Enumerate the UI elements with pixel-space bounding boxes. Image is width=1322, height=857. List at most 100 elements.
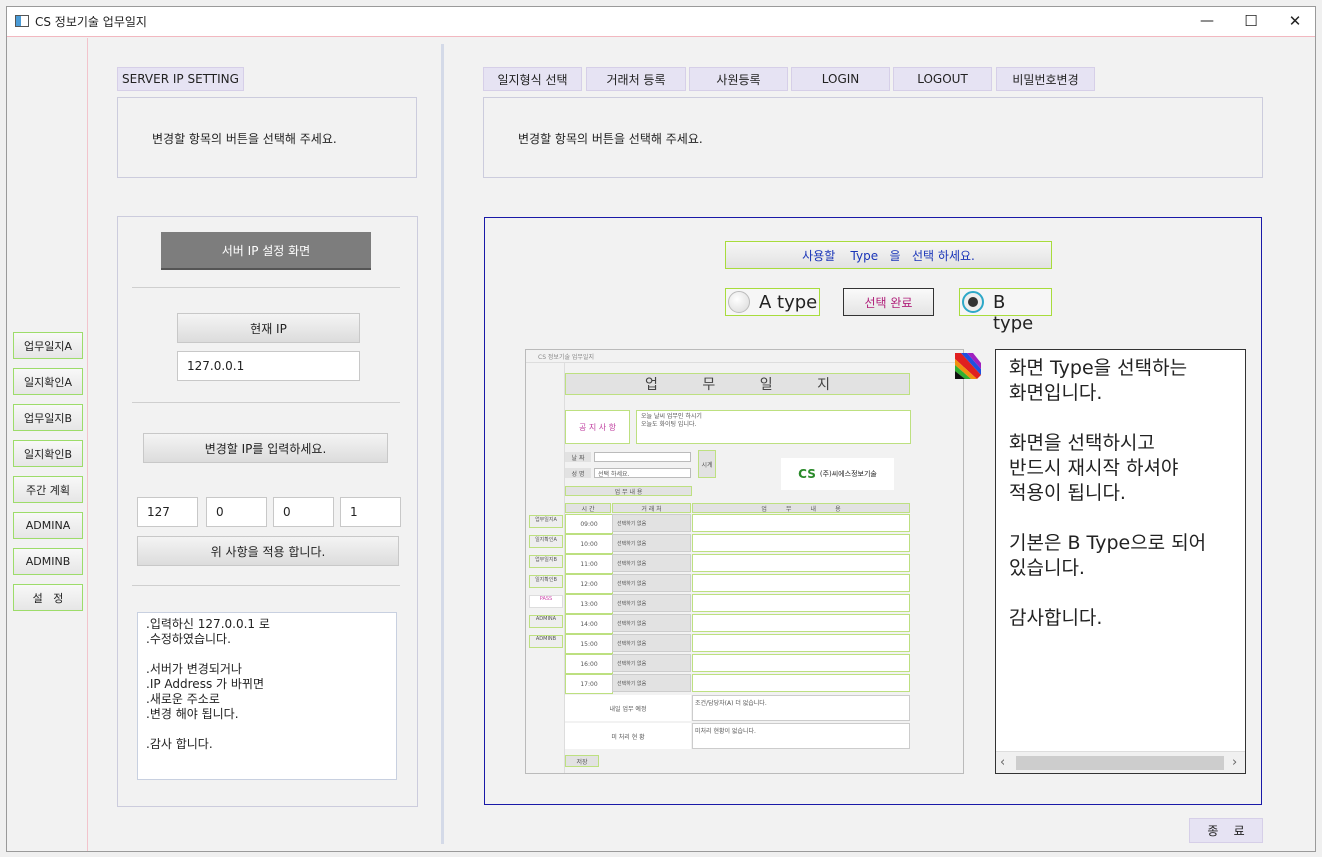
note-line [146,722,396,737]
apply-ip-button[interactable]: 위 사항을 적용 합니다. [137,536,399,566]
preview-time-row: 12:00 선택하기 없음 [565,574,910,594]
preview-other-text: 미처리 현황이 없습니다. [692,723,910,749]
preview-col-client: 거 래 처 [612,503,691,513]
title-bar[interactable]: CS 정보기술 업무일지 — ☐ ✕ [7,7,1315,37]
nav-settings[interactable]: 설 정 [13,584,83,611]
preview-side-item: 일지확인B [529,575,563,588]
preview-time-cell: 12:00 [565,574,613,594]
nav-work-log-b[interactable]: 업무일지B [13,404,83,431]
maximize-button[interactable]: ☐ [1231,9,1271,33]
close-button[interactable]: ✕ [1275,9,1315,33]
preview-name-select: 선택 하세요. [594,468,691,478]
preview-col-content: 업 무 내 용 [692,503,910,513]
preview-time-cell: 11:00 [565,554,613,574]
tab-login[interactable]: LOGIN [791,67,890,91]
info-line: 화면을 선택하시고 [1009,432,1155,454]
left-nav-divider [87,38,88,851]
option-b-radio[interactable]: B type [959,288,1052,334]
preview-content-cell [692,634,910,652]
preview-content-cell [692,534,910,552]
nav-admin-b[interactable]: ADMINB [13,548,83,575]
preview-name-label: 성 명 [565,468,591,478]
right-message-box: 변경할 항목의 버튼을 선택해 주세요. [483,97,1263,178]
scroll-right-arrow-icon[interactable]: › [1232,755,1237,770]
tab-client-register[interactable]: 거래처 등록 [586,67,686,91]
ip-octet-1[interactable]: 127 [137,497,198,527]
ip-octet-3[interactable]: 0 [273,497,334,527]
note-line [146,647,396,662]
tab-employee-register[interactable]: 사원등록 [689,67,788,91]
preview-col-time: 시 간 [565,503,611,513]
scroll-thumb[interactable] [1016,756,1224,770]
info-line: 반드시 재시작 하셔야 [1009,457,1179,479]
info-line [1009,406,1206,431]
server-ip-form: 서버 IP 설정 화면 현재 IP 127.0.0.1 변경할 IP를 입력하세… [117,216,418,807]
window-title: CS 정보기술 업무일지 [35,15,147,29]
divider [132,585,400,586]
app-icon [15,15,29,27]
horizontal-scrollbar[interactable]: ‹ › [996,751,1245,773]
server-message-box: 변경할 항목의 버튼을 선택해 주세요. [117,97,417,178]
nav-weekly-plan[interactable]: 주간 계획 [13,476,83,503]
cs-logo-icon: CS [798,467,816,481]
option-a-label: A type [759,292,818,313]
tab-log-format[interactable]: 일지형식 선택 [483,67,582,91]
type-select-panel: 사용할 Type 을 선택 하세요. A type 선택 완료 B type C… [484,217,1262,805]
preview-client-select: 선택하기 없음 [612,574,691,592]
preview-content-cell [692,514,910,532]
preview-right-divider [963,363,964,773]
preview-side-item: PASS [529,595,563,608]
preview-side-item: 업무일지A [529,515,563,528]
info-line: 감사합니다. [1009,607,1103,629]
preview-content-cell [692,594,910,612]
tab-logout[interactable]: LOGOUT [893,67,992,91]
rainbow-k-icon [955,353,981,379]
info-line: 기본은 B Type으로 되어 [1009,532,1207,554]
note-line: .서버가 변경되거나 [146,662,242,676]
nav-log-check-b[interactable]: 일지확인B [13,440,83,467]
preview-other-label: 미 처리 현 황 [565,723,691,749]
preview-notice-text: 오늘 날씨 업무인 하시기 오늘도 화이팅 입니다. [636,410,911,444]
ip-octet-2[interactable]: 0 [206,497,267,527]
preview-client-select: 선택하기 없음 [612,654,691,672]
preview-client-select: 선택하기 없음 [612,674,691,692]
preview-save-button: 저장 [565,755,599,767]
radio-circle-selected [962,291,984,313]
note-line: .IP Address 가 바뀌면 [146,677,264,691]
preview-time-cell: 16:00 [565,654,613,674]
preview-time-cell: 17:00 [565,674,613,694]
preview-client-select: 선택하기 없음 [612,594,691,612]
nav-work-log-a[interactable]: 업무일지A [13,332,83,359]
confirm-selection-button[interactable]: 선택 완료 [843,288,934,316]
tab-server-ip-setting[interactable]: SERVER IP SETTING [117,67,244,91]
scroll-left-arrow-icon[interactable]: ‹ [1000,755,1005,770]
info-line: 화면 Type을 선택하는 [1009,357,1188,379]
ip-notes-box[interactable]: .입력하신 127.0.0.1 로 .수정하였습니다. .서버가 변경되거나 .… [137,612,397,780]
info-line: 있습니다. [1009,557,1085,579]
nav-log-check-a[interactable]: 일지확인A [13,368,83,395]
preview-time-row: 09:00 선택하기 없음 [565,514,910,534]
right-message: 변경할 항목의 버튼을 선택해 주세요. [518,132,703,146]
type-select-header: 사용할 Type 을 선택 하세요. [725,241,1052,269]
info-line: 화면입니다. [1009,382,1103,404]
preview-content-cell [692,674,910,692]
ip-octet-4[interactable]: 1 [340,497,401,527]
tab-change-password[interactable]: 비밀번호변경 [996,67,1095,91]
preview-date-label: 날 짜 [565,452,591,462]
minimize-button[interactable]: — [1187,9,1227,33]
preview-client-select: 선택하기 없음 [612,634,691,652]
option-a-radio[interactable]: A type [725,288,820,316]
note-line: .변경 해야 됩니다. [146,707,239,721]
preview-time-row: 10:00 선택하기 없음 [565,534,910,554]
preview-side-item: 업무일지B [529,555,563,568]
note-line: .수정하였습니다. [146,632,231,646]
exit-button[interactable]: 종 료 [1189,818,1263,843]
current-ip-field[interactable]: 127.0.0.1 [177,351,360,381]
info-line [1009,506,1206,531]
nav-admin-a[interactable]: ADMINA [13,512,83,539]
info-text-box[interactable]: 화면 Type을 선택하는 화면입니다. 화면을 선택하시고 반드시 재시작 하… [995,349,1246,774]
panel-splitter[interactable] [441,44,444,844]
preview-time-row: 13:00 선택하기 없음 [565,594,910,614]
preview-side-list: 업무일지A 일지확인A 업무일지B 일지확인B PASS ADMINA ADMI… [529,515,563,655]
preview-time-row: 11:00 선택하기 없음 [565,554,910,574]
